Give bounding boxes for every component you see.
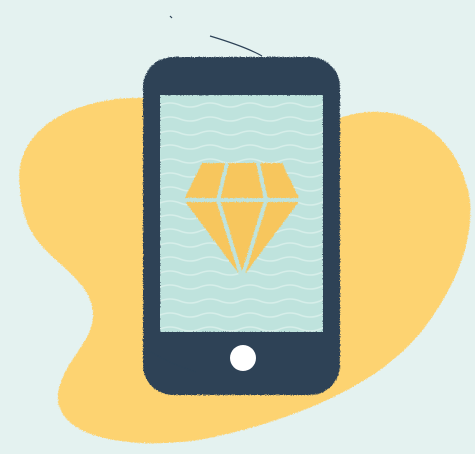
illustration bbox=[0, 0, 475, 454]
home-button-icon bbox=[230, 345, 256, 371]
illustration-canvas bbox=[19, 15, 471, 444]
